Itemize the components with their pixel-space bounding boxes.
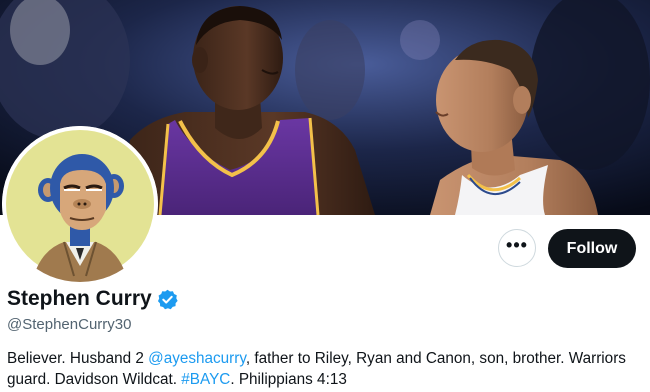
ape-avatar-illustration	[2, 126, 158, 282]
verified-badge-icon[interactable]	[157, 289, 178, 310]
bio-text: . Philippians 4:13	[230, 371, 347, 388]
follow-button[interactable]: Follow	[548, 229, 636, 268]
bio-text: Believer. Husband 2	[7, 350, 149, 367]
profile-handle: @StephenCurry30	[7, 316, 132, 333]
profile-page: ••• Follow Stephen Curry @StephenCurry30…	[0, 0, 650, 392]
bio-mention-link[interactable]: @ayeshacurry	[148, 350, 246, 367]
display-name: Stephen Curry	[7, 287, 152, 310]
profile-name-row: Stephen Curry	[7, 287, 178, 311]
profile-bio: Believer. Husband 2 @ayeshacurry, father…	[7, 348, 647, 390]
profile-avatar[interactable]	[2, 126, 158, 282]
more-options-icon: •••	[506, 235, 528, 255]
more-options-button[interactable]: •••	[498, 229, 536, 267]
bio-hashtag-link[interactable]: #BAYC	[181, 371, 230, 388]
